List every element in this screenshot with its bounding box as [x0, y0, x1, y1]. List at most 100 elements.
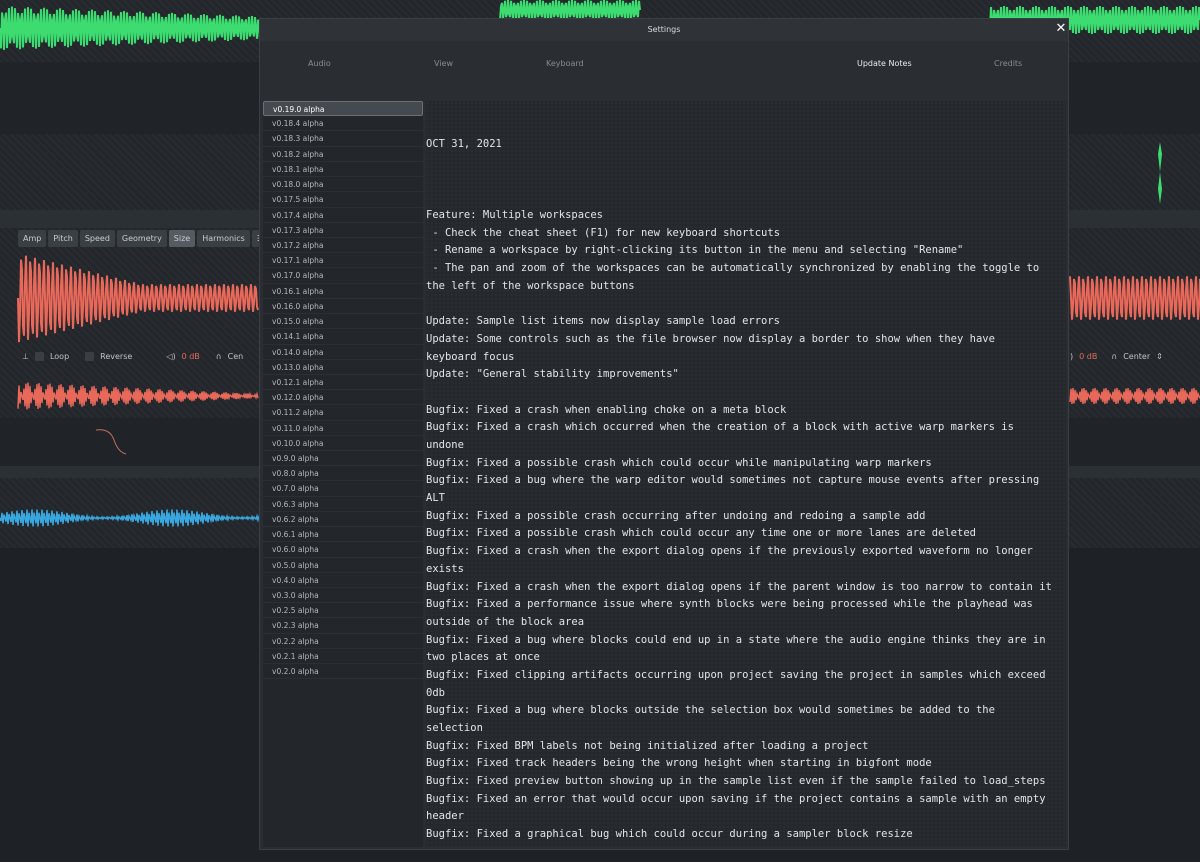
sample-controls-right: ) 0 dB ∩ Center ⇕ — [1070, 352, 1163, 361]
version-item[interactable]: v0.17.5 alpha — [263, 192, 423, 208]
version-item[interactable]: v0.17.3 alpha — [263, 223, 423, 238]
toolbar-button[interactable]: Size — [168, 230, 196, 247]
version-item[interactable]: v0.8.0 alpha — [263, 466, 423, 482]
version-item[interactable]: v0.19.0 alpha — [263, 101, 423, 117]
notes-line: Bugfix: Fixed a crash when enabling chok… — [426, 403, 787, 416]
notes-line: 0db — [426, 686, 445, 699]
version-item[interactable]: v0.7.0 alpha — [263, 481, 423, 497]
toolbar-button[interactable]: Pitch — [48, 230, 78, 247]
notes-line: Bugfix: Fixed clipping artifacts occurri… — [426, 668, 1046, 681]
notes-line: two places at once — [426, 651, 540, 664]
version-item[interactable]: v0.2.5 alpha — [263, 603, 423, 619]
version-item[interactable]: v0.17.4 alpha — [263, 208, 423, 223]
notes-line: Bugfix: Fixed a bug where blocks could e… — [426, 633, 1046, 646]
version-item[interactable]: v0.6.0 alpha — [263, 542, 423, 558]
version-item[interactable]: v0.16.0 alpha — [263, 299, 423, 315]
notes-line: Update: "General stability improvements" — [426, 368, 679, 381]
version-item[interactable]: v0.6.1 alpha — [263, 527, 423, 543]
version-item[interactable]: v0.18.1 alpha — [263, 162, 423, 178]
version-item[interactable]: v0.17.1 alpha — [263, 253, 423, 269]
loop-checkbox[interactable] — [34, 352, 44, 361]
close-icon[interactable]: ✕ — [1054, 22, 1068, 36]
tab-audio[interactable]: Audio — [308, 59, 331, 68]
notes-line: Bugfix: Fixed a possible crash which cou… — [426, 527, 976, 540]
tab-credits[interactable]: Credits — [994, 59, 1022, 68]
version-item[interactable]: v0.17.0 alpha — [263, 268, 423, 284]
notes-line: - Check the cheat sheet (F1) for new key… — [426, 226, 781, 239]
toolbar-button[interactable]: Speed — [79, 230, 115, 247]
tab-view[interactable]: View — [434, 59, 453, 68]
sample-controls-left: ⊥ Loop Reverse ◁) 0 dB ∩ Cen — [22, 352, 243, 361]
notes-line: - Rename a workspace by right-clicking i… — [426, 244, 964, 257]
version-item[interactable]: v0.2.2 alpha — [263, 634, 423, 649]
version-item[interactable]: v0.12.1 alpha — [263, 375, 423, 391]
version-item[interactable]: v0.17.2 alpha — [263, 238, 423, 254]
version-item[interactable]: v0.5.0 alpha — [263, 558, 423, 573]
version-item[interactable]: v0.6.3 alpha — [263, 497, 423, 512]
notes-line: Update: Some controls such as the file b… — [426, 332, 995, 345]
version-item[interactable]: v0.11.2 alpha — [263, 405, 423, 421]
notes-line: ALT — [426, 492, 445, 505]
settings-tabs: Audio View Keyboard Update Notes Credits — [260, 59, 1068, 75]
trash-icon[interactable]: ⊥ — [22, 352, 29, 361]
notes-line: undone — [426, 439, 464, 452]
notes-line: exists — [426, 562, 464, 575]
reverse-label: Reverse — [100, 352, 133, 361]
notes-line: Bugfix: Fixed preview button showing up … — [426, 775, 1046, 788]
notes-line: Feature: Multiple workspaces — [426, 209, 604, 222]
version-item[interactable]: v0.2.1 alpha — [263, 649, 423, 665]
version-item[interactable]: v0.11.0 alpha — [263, 421, 423, 436]
notes-line: Bugfix: Fixed a graphical bug which coul… — [426, 828, 913, 841]
version-item[interactable]: v0.18.2 alpha — [263, 147, 423, 162]
version-item[interactable]: v0.10.0 alpha — [263, 436, 423, 452]
notes-date: OCT 31, 2021 — [426, 138, 502, 151]
notes-line: keyboard focus — [426, 350, 515, 363]
version-item[interactable]: v0.18.0 alpha — [263, 177, 423, 193]
gain-value-left[interactable]: 0 dB — [182, 352, 200, 361]
version-item[interactable]: v0.16.1 alpha — [263, 284, 423, 299]
version-item[interactable]: v0.14.0 alpha — [263, 345, 423, 360]
reverse-checkbox[interactable] — [85, 352, 95, 361]
version-item[interactable]: v0.2.0 alpha — [263, 664, 423, 680]
pan-value-left[interactable]: Cen — [228, 352, 244, 361]
tab-update-notes[interactable]: Update Notes — [857, 59, 912, 68]
update-notes-text: OCT 31, 2021 Feature: Multiple workspace… — [426, 101, 1066, 847]
version-item[interactable]: v0.13.0 alpha — [263, 360, 423, 375]
tab-keyboard[interactable]: Keyboard — [546, 59, 584, 68]
gain-value-right[interactable]: 0 dB — [1079, 352, 1097, 361]
toolbar-button[interactable]: Amp — [18, 230, 47, 247]
loop-label: Loop — [49, 352, 70, 361]
notes-line: Bugfix: Fixed a crash when the export di… — [426, 580, 1052, 593]
notes-line: Bugfix: Data offset reset button now beh… — [426, 844, 1066, 847]
notes-line: Bugfix: Fixed a possible crash which cou… — [426, 456, 932, 469]
speaker-icon-right: ) — [1070, 352, 1074, 361]
version-item[interactable]: v0.14.1 alpha — [263, 329, 423, 345]
toolbar-button[interactable]: Geometry — [116, 230, 167, 247]
version-item[interactable]: v0.18.3 alpha — [263, 131, 423, 147]
toolbar-button[interactable]: Harmonics — [197, 230, 250, 247]
notes-line: Bugfix: Fixed BPM labels not being initi… — [426, 739, 869, 752]
notes-blank-line — [426, 384, 1066, 402]
version-list: v0.19.0 alpha v0.18.4 alpha v0.18.3 alpha v… — [263, 101, 423, 847]
notes-line: Update: Sample list items now display sa… — [426, 315, 781, 328]
version-item[interactable]: v0.15.0 alpha — [263, 314, 423, 330]
headphones-icon-right: ∩ — [1111, 352, 1118, 361]
speaker-icon: ◁) — [166, 352, 176, 361]
pan-value-right[interactable]: Center — [1123, 352, 1150, 361]
version-item[interactable]: v0.12.0 alpha — [263, 390, 423, 406]
update-notes-panel: OCT 31, 2021 Feature: Multiple workspace… — [426, 101, 1066, 847]
dialog-title: Settings — [260, 19, 1068, 41]
notes-line: Bugfix: Fixed a crash when the export di… — [426, 545, 1033, 558]
version-item[interactable]: v0.3.0 alpha — [263, 588, 423, 604]
notes-line: selection — [426, 722, 483, 735]
notes-line: Bugfix: Fixed a possible crash occurring… — [426, 509, 926, 522]
version-item[interactable]: v0.2.3 alpha — [263, 618, 423, 634]
version-item[interactable]: v0.6.2 alpha — [263, 512, 423, 528]
headphones-icon: ∩ — [215, 352, 222, 361]
notes-line: Bugfix: Fixed an error that would occur … — [426, 792, 1046, 805]
version-item[interactable]: v0.18.4 alpha — [263, 116, 423, 132]
version-item[interactable]: v0.9.0 alpha — [263, 451, 423, 467]
notes-line: outside of the block area — [426, 615, 585, 628]
version-item[interactable]: v0.4.0 alpha — [263, 573, 423, 588]
stepper-icon[interactable]: ⇕ — [1156, 352, 1163, 361]
